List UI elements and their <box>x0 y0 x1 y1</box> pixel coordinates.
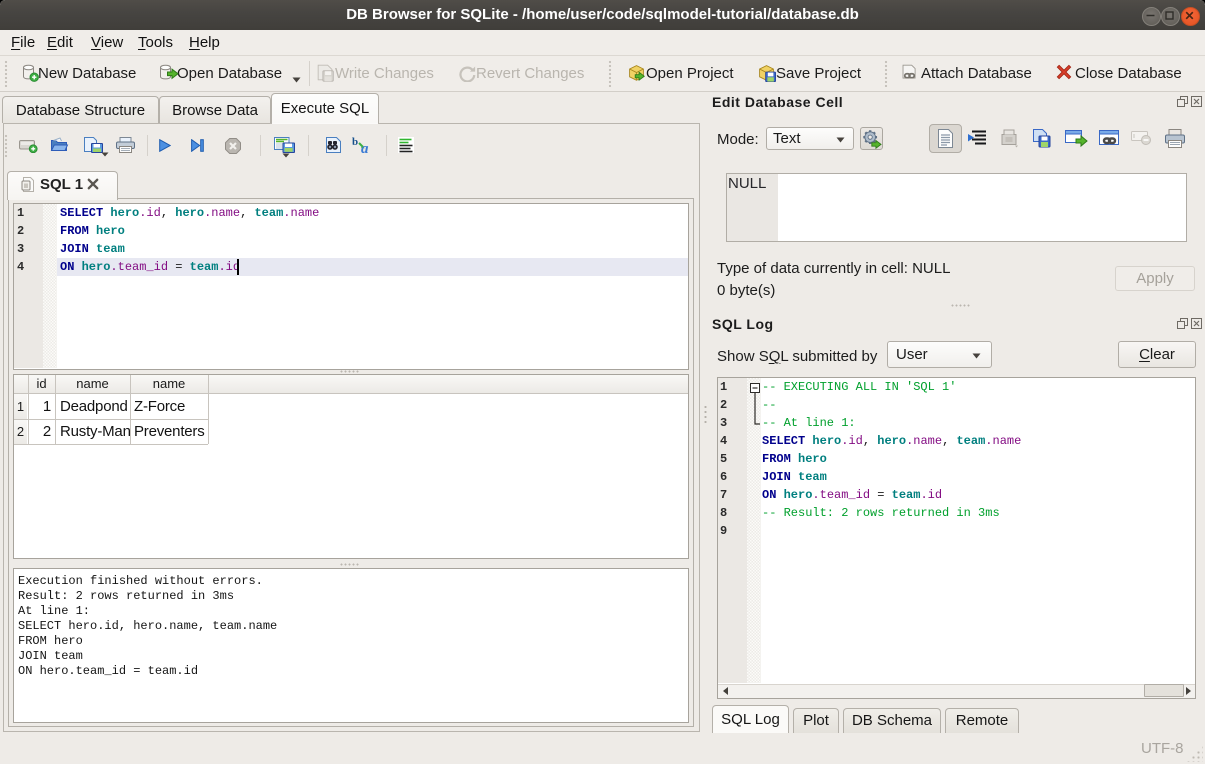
svg-text:b: b <box>352 136 358 148</box>
svg-text:a: a <box>361 141 369 154</box>
